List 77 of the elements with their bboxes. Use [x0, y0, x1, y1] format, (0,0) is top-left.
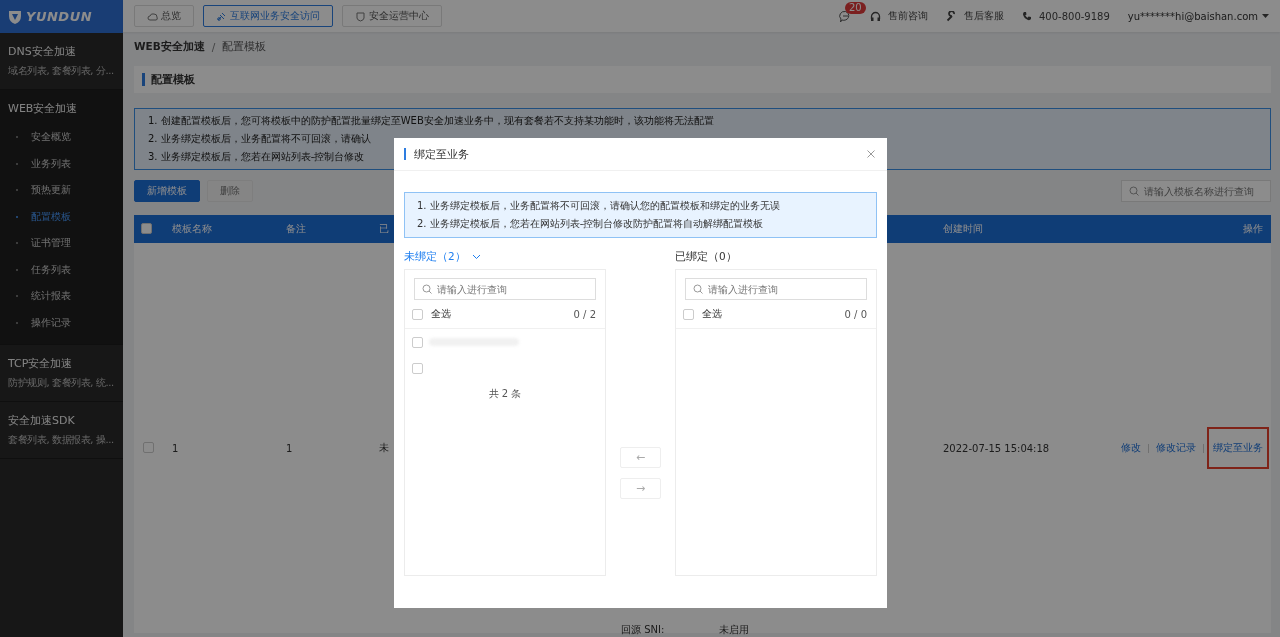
- search-icon: [422, 284, 432, 294]
- user-menu[interactable]: yu*******hi@baishan.com: [1127, 10, 1269, 22]
- search-field[interactable]: 请输入进行查询: [414, 278, 596, 300]
- notice-text: 2. 业务绑定模板后，业务配置将不可回滚，请确认: [148, 133, 371, 145]
- shield-logo-icon: [8, 8, 22, 25]
- shield-icon: [355, 10, 366, 22]
- notice-text: 1. 业务绑定模板后，业务配置将不可回滚，请确认您的配置模板和绑定的业务无误: [417, 200, 780, 212]
- notification-badge: 20: [844, 1, 866, 14]
- selection-count: 0 / 0: [844, 308, 867, 320]
- column-header: 备注: [286, 223, 306, 234]
- checkbox[interactable]: [143, 441, 154, 453]
- sidebar-item[interactable]: 安全概览: [8, 128, 118, 147]
- checkbox[interactable]: [412, 336, 423, 348]
- checkbox[interactable]: [683, 308, 694, 320]
- action-link[interactable]: 修改: [1119, 439, 1143, 457]
- aftersales-link[interactable]: 售后客服: [963, 9, 1004, 23]
- sidebar-group-subtitle: 套餐列表, 数据报表, 操...: [8, 433, 114, 447]
- checkbox[interactable]: [412, 362, 423, 374]
- search-field[interactable]: 请输入进行查询: [685, 278, 867, 300]
- sidebar-group-title[interactable]: 安全加速SDK: [8, 413, 118, 428]
- close-icon: [867, 150, 875, 158]
- sidebar-group-title[interactable]: WEB安全加速: [8, 101, 118, 116]
- nav-tab[interactable]: 总览: [134, 5, 194, 27]
- sidebar-group-title[interactable]: DNS安全加速: [8, 44, 118, 59]
- sidebar-item[interactable]: 统计报表: [8, 287, 118, 306]
- sidebar-group-title[interactable]: TCP安全加速: [8, 356, 118, 371]
- column-header: 创建时间: [943, 223, 983, 234]
- page-title: 配置模板: [142, 73, 195, 86]
- selection-count: 0 / 2: [573, 308, 596, 320]
- panel-title[interactable]: 未绑定（2）: [404, 250, 466, 264]
- toolbar-button[interactable]: 新增模板: [134, 180, 200, 202]
- sidebar-item[interactable]: 预热更新: [8, 181, 118, 200]
- column-header: 模板名称: [172, 223, 212, 234]
- sidebar-item[interactable]: 操作记录: [8, 313, 118, 332]
- search-icon: [693, 284, 703, 294]
- headset-icon: [869, 10, 881, 22]
- column-header: 已: [379, 223, 389, 234]
- caret-icon: [1262, 13, 1269, 19]
- search-field[interactable]: 请输入模板名称进行查询: [1121, 180, 1271, 202]
- dialog-title: 绑定至业务: [404, 148, 469, 160]
- presales-link[interactable]: 售前咨询: [887, 9, 928, 23]
- select-all-label[interactable]: 全选: [431, 307, 451, 321]
- table-cell: 1: [286, 442, 293, 454]
- select-all-label[interactable]: 全选: [702, 307, 722, 321]
- logo-text: YUNDUN: [26, 9, 93, 24]
- sidebar-item[interactable]: 证书管理: [8, 234, 118, 253]
- breadcrumb-item[interactable]: WEB安全加速: [134, 40, 205, 54]
- column-header: 操作: [1243, 223, 1263, 234]
- breadcrumb-separator: /: [211, 41, 216, 53]
- sidebar-item[interactable]: 业务列表: [8, 154, 118, 173]
- close-button[interactable]: [865, 148, 877, 160]
- nav-tab[interactable]: 安全运营中心: [342, 5, 442, 27]
- nav-tab[interactable]: 互联网业务安全访问: [203, 5, 333, 27]
- phone-icon: [1021, 11, 1032, 21]
- sidebar-group-subtitle: 防护规则, 套餐列表, 统...: [8, 376, 114, 390]
- table-cell: 未: [379, 442, 389, 453]
- table-cell: 1: [172, 442, 179, 454]
- sidebar-item[interactable]: 配置模板: [8, 207, 118, 226]
- sidebar-item[interactable]: 任务列表: [8, 260, 118, 279]
- breadcrumb-item: 配置模板: [222, 40, 267, 54]
- detail-label: 回源 SNI:: [621, 623, 665, 637]
- checkbox[interactable]: [412, 308, 423, 320]
- detail-value: 未启用: [719, 623, 750, 637]
- notice-text: 3. 业务绑定模板后，您若在网站列表-控制台修改: [148, 151, 365, 163]
- action-link[interactable]: 绑定至业务: [1209, 429, 1267, 467]
- table-cell: 2022-07-15 15:04:18: [943, 442, 1050, 454]
- chat-icon: [838, 9, 852, 23]
- notice-text: 1. 创建配置模板后，您可将模板中的防护配置批量绑定至WEB安全加速业务中，现有套餐若不支持某功能时，该功能将无法配置: [148, 115, 714, 127]
- sidebar-group-subtitle: 域名列表, 套餐列表, 分...: [8, 64, 114, 78]
- action-link[interactable]: 修改记录: [1154, 439, 1198, 457]
- notice-text: 2. 业务绑定模板后，您若在网站列表-控制台修改防护配置将自动解绑配置模板: [417, 218, 764, 230]
- search-icon: [1129, 186, 1139, 196]
- checkbox[interactable]: [141, 222, 152, 234]
- item-total: 共 2 条: [488, 387, 522, 401]
- cloud-icon: [147, 10, 158, 22]
- phone-number: 400-800-9189: [1038, 10, 1110, 22]
- panel-title: 已绑定（0）: [675, 250, 737, 264]
